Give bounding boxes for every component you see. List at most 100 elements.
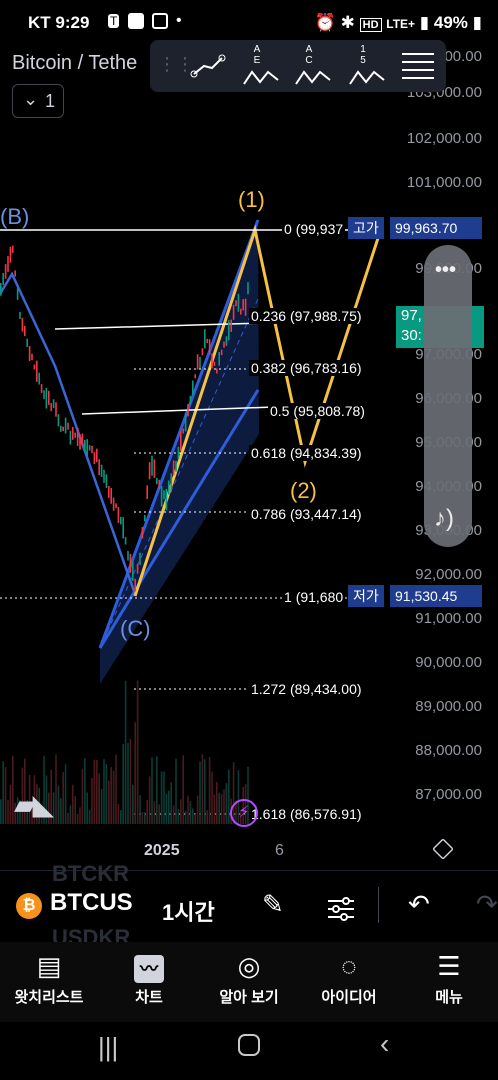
nav-menu[interactable]: ☰ 메뉴 (404, 942, 494, 1022)
candle (69, 430, 72, 445)
abc-pattern-icon (295, 70, 331, 85)
candle (165, 488, 168, 511)
candle (16, 288, 19, 300)
fib-label-0786: 0.786 (93,447.14) (249, 506, 364, 522)
wave-label-b: (B) (0, 204, 30, 229)
candle (192, 380, 194, 396)
wave-label-c: (C) (120, 616, 151, 641)
trend-line-tool-icon[interactable] (190, 54, 226, 78)
payment-notification-icon (152, 13, 168, 29)
more-options-icon[interactable]: ••• (435, 259, 456, 282)
candle (9, 246, 12, 263)
indicators-icon[interactable] (326, 895, 356, 923)
undo-icon[interactable]: ↶ (408, 889, 430, 920)
bluetooth-icon: ✱ (340, 13, 355, 32)
candle (247, 282, 249, 295)
ghost-symbol-top: BTCKR (52, 861, 129, 886)
recent-apps-icon[interactable]: ||| (98, 1032, 118, 1063)
high-label-tag: 고가 (348, 217, 384, 239)
nav-explore-label: 알아 보기 (219, 989, 279, 1006)
candle (213, 361, 216, 366)
abc-pattern-tool[interactable]: A C (294, 44, 334, 93)
system-navigation-bar[interactable]: ||| ‹ (0, 1022, 498, 1080)
volume-bar (7, 799, 9, 824)
candle (31, 353, 33, 361)
music-note-icon[interactable]: ♪) (434, 505, 454, 533)
candle (19, 311, 21, 319)
clock: 9:29 (55, 13, 90, 32)
volume-bar (115, 754, 117, 824)
nav-ideas[interactable]: ◌ 아이디어 (304, 942, 394, 1022)
candle (88, 445, 91, 451)
candle (170, 473, 172, 493)
drag-handle-icon[interactable]: ⋮⋮ (158, 54, 194, 75)
volume-bar (132, 784, 134, 824)
elliott-wave-tool[interactable]: 1 5 (348, 44, 388, 93)
candle (141, 527, 144, 539)
candle (160, 485, 163, 507)
candle (168, 480, 170, 495)
fib-label-0618: 0.618 (94,834.39) (249, 445, 364, 461)
candle (60, 425, 62, 432)
candle (93, 452, 96, 465)
price-axis-label: 102,000.00 (406, 130, 482, 147)
candle (84, 439, 86, 453)
candle (57, 414, 60, 427)
candle (86, 439, 88, 457)
volume-bar (60, 798, 62, 824)
interval-button[interactable]: 1시간 (162, 895, 215, 927)
candle (96, 448, 98, 463)
elliott-wave-icon (349, 70, 385, 85)
timeframe-selector[interactable]: ⌄ 1 (12, 84, 64, 118)
candle (38, 372, 40, 385)
candle (79, 434, 81, 450)
toolbar-menu-icon[interactable] (400, 50, 436, 82)
volume-bar (172, 805, 175, 824)
candle (187, 404, 189, 417)
status-carrier-time: KT 9:29 (28, 13, 89, 33)
volume-bar (158, 804, 160, 824)
floating-media-panel[interactable]: ••• ♪) (424, 245, 472, 547)
candle (62, 426, 64, 432)
volume-bar (88, 809, 91, 824)
volume-bar (0, 799, 2, 824)
candle (26, 338, 28, 347)
symbol-title[interactable]: Bitcoin / Tethe (12, 52, 137, 75)
candle (196, 354, 199, 370)
volume-bar (86, 792, 88, 824)
corrective-wave-line[interactable] (0, 271, 137, 595)
candle (235, 300, 237, 307)
nav-explore[interactable]: ◎ 알아 보기 (204, 942, 294, 1022)
candle (139, 552, 141, 565)
candle (216, 368, 218, 374)
wave-label-1: (1) (238, 187, 265, 212)
symbol-ticker[interactable]: BTCUS (50, 889, 133, 917)
volume-bar (127, 742, 129, 824)
back-icon[interactable]: ‹ (380, 1028, 389, 1060)
volume-bar (117, 803, 120, 824)
bottom-navigation[interactable]: ▤ 왓치리스트 〰 차트 ◎ 알아 보기 ◌ 아이디어 ☰ 메뉴 (0, 942, 498, 1022)
drawing-pen-icon[interactable]: ✎ (262, 889, 284, 920)
symbol-toolbar[interactable]: BTCKR USDKR ₿ BTCUS 1시간 ✎ ↶ ↷ (0, 861, 498, 950)
volume-bar (223, 789, 225, 824)
lightning-icon[interactable]: ⚡ (230, 799, 258, 827)
volume-bar (52, 792, 55, 824)
volume-bar (208, 757, 211, 824)
abcde-pattern-tool[interactable]: A E (242, 44, 282, 93)
nav-watchlist[interactable]: ▤ 왓치리스트 (4, 942, 94, 1022)
volume-bar (134, 722, 136, 824)
candle (232, 304, 235, 320)
low-price-tag: 91,530.45 (390, 585, 482, 607)
volume-bar (156, 756, 158, 824)
drawing-toolbar[interactable]: ⋮⋮ A E A C 1 5 (150, 40, 446, 92)
hd-icon: HD (359, 18, 382, 32)
volume-bar (108, 780, 110, 824)
candle (115, 503, 117, 509)
nav-chart[interactable]: 〰 차트 (104, 942, 194, 1022)
home-icon[interactable] (238, 1034, 260, 1056)
redo-icon[interactable]: ↷ (476, 889, 498, 920)
candle (98, 459, 100, 476)
candle (117, 507, 120, 523)
candle (237, 293, 240, 312)
volume-bar (4, 767, 7, 824)
